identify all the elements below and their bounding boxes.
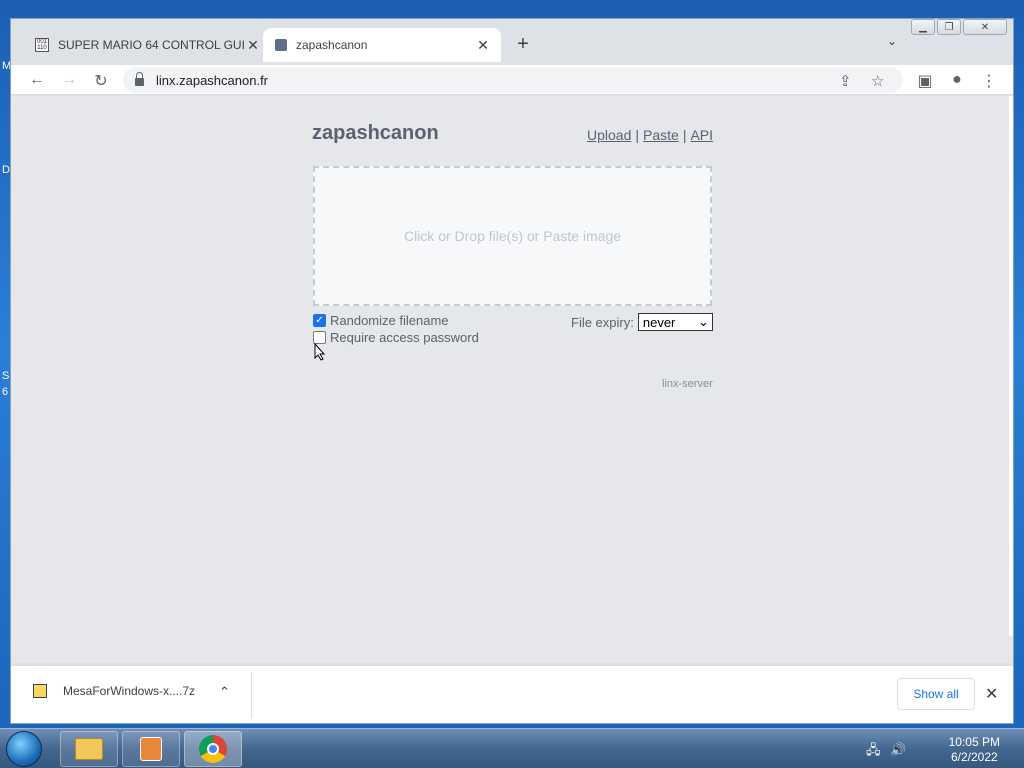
- clock-date: 6/2/2022: [950, 750, 998, 764]
- dropzone-text: Click or Drop file(s) or Paste image: [403, 228, 622, 244]
- document-icon: 001 110: [35, 38, 49, 52]
- url-text: linx.zapashcanon.fr: [156, 72, 269, 88]
- side-panel-icon[interactable]: ▣: [915, 71, 935, 91]
- chrome-taskbar-button[interactable]: [184, 731, 242, 767]
- mouse-cursor-icon: [314, 343, 326, 361]
- tab-title: SUPER MARIO 64 CONTROL GUI: [58, 38, 245, 52]
- nav-separator: |: [682, 127, 687, 143]
- forward-arrow-icon[interactable]: →: [59, 71, 79, 89]
- taskbar: 🖧 🔊 10:05 PM 6/2/2022: [0, 728, 1024, 768]
- folder-icon: [75, 738, 103, 760]
- clock-time: 10:05 PM: [948, 735, 1000, 749]
- explorer-taskbar-button[interactable]: [60, 731, 118, 767]
- divider: [251, 672, 252, 718]
- new-tab-icon[interactable]: +: [513, 33, 533, 56]
- randomize-option[interactable]: ✓ Randomize filename: [313, 313, 449, 328]
- randomize-checkbox[interactable]: ✓: [313, 314, 326, 327]
- randomize-label: Randomize filename: [330, 313, 449, 328]
- nav-separator: |: [635, 127, 640, 143]
- download-shelf: MesaForWindows-x....7z ⌃ Show all ✕: [11, 665, 1013, 723]
- password-option[interactable]: Require access password: [313, 330, 479, 345]
- reload-icon[interactable]: ↻: [91, 71, 111, 91]
- linx-server-footer[interactable]: linx-server: [662, 378, 713, 390]
- browser-window: 001 110 SUPER MARIO 64 CONTROL GUI ✕ zapa…: [10, 18, 1014, 724]
- close-shelf-icon[interactable]: ✕: [985, 684, 998, 704]
- menu-kebab-icon[interactable]: ⋮: [979, 71, 999, 91]
- system-tray-icons: 🖧 🔊: [866, 741, 906, 763]
- chevron-down-icon: ⌄: [697, 314, 709, 329]
- profile-avatar-icon[interactable]: ●: [947, 71, 967, 89]
- share-icon[interactable]: ⇪: [839, 72, 852, 90]
- paste-link[interactable]: Paste: [643, 127, 679, 143]
- back-arrow-icon[interactable]: ←: [27, 71, 47, 89]
- tab-strip: 001 110 SUPER MARIO 64 CONTROL GUI ✕ zapa…: [11, 19, 1013, 65]
- desktop-icon-label: S: [2, 370, 10, 382]
- lock-icon: [135, 71, 144, 86]
- site-title: zapashcanon: [312, 122, 439, 144]
- close-window-icon[interactable]: ✕: [963, 19, 1007, 35]
- window-controls: ▁ ❐ ✕: [911, 19, 1007, 35]
- expiry-label: File expiry:: [571, 314, 634, 330]
- address-bar[interactable]: linx.zapashcanon.fr ⇪ ☆: [123, 67, 903, 93]
- tab-zapashcanon[interactable]: zapashcanon ✕: [263, 28, 501, 62]
- password-label: Require access password: [330, 330, 479, 345]
- network-icon[interactable]: 🖧: [866, 742, 881, 757]
- expiry-selected-value: never: [642, 314, 676, 330]
- scrollbar[interactable]: [1009, 96, 1013, 636]
- download-item[interactable]: MesaForWindows-x....7z: [33, 684, 195, 698]
- download-filename: MesaForWindows-x....7z: [63, 684, 196, 698]
- file-dropzone[interactable]: Click or Drop file(s) or Paste image: [313, 166, 712, 306]
- volume-icon[interactable]: 🔊: [890, 742, 906, 757]
- tab-close-icon[interactable]: ✕: [475, 37, 491, 54]
- chevron-up-icon[interactable]: ⌃: [219, 684, 230, 700]
- media-player-taskbar-button[interactable]: [122, 731, 180, 767]
- show-all-button[interactable]: Show all: [897, 678, 975, 710]
- minimize-icon[interactable]: ▁: [911, 19, 935, 35]
- tab-mario[interactable]: 001 110 SUPER MARIO 64 CONTROL GUI ✕: [23, 28, 271, 62]
- expiry-select[interactable]: never ⌄: [637, 313, 713, 331]
- archive-file-icon: [33, 684, 47, 698]
- tab-close-icon[interactable]: ✕: [245, 37, 261, 54]
- desktop-icon-label: D: [2, 164, 10, 176]
- upload-link[interactable]: Upload: [587, 127, 631, 143]
- browser-toolbar: ← → ↻ linx.zapashcanon.fr ⇪ ☆ ▣ ● ⋮: [11, 65, 1013, 95]
- maximize-icon[interactable]: ❐: [937, 19, 961, 35]
- expiry-control: File expiry: never ⌄: [571, 313, 713, 331]
- api-link[interactable]: API: [690, 127, 713, 143]
- tab-title: zapashcanon: [296, 38, 368, 52]
- start-button[interactable]: [6, 731, 42, 767]
- page-content: zapashcanon Upload | Paste | API Click or Dr…: [11, 96, 1013, 663]
- chrome-icon: [199, 735, 227, 763]
- clock[interactable]: 10:05 PM 6/2/2022: [949, 735, 1000, 765]
- media-player-icon: [140, 737, 162, 761]
- bookmark-star-icon[interactable]: ☆: [871, 72, 884, 90]
- tab-search-chevron-icon[interactable]: ⌄: [887, 34, 897, 48]
- site-icon: [275, 39, 287, 51]
- desktop-icon-label: 6: [2, 386, 9, 398]
- site-nav: Upload | Paste | API: [587, 127, 713, 143]
